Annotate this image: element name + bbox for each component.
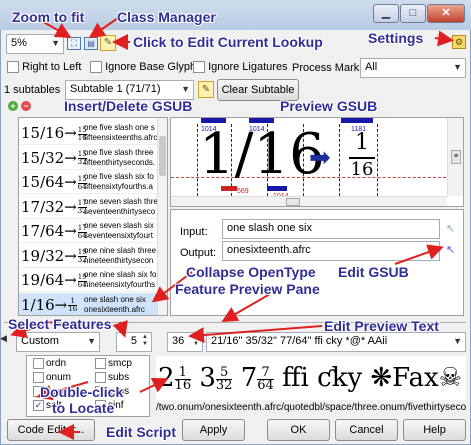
annotation-class-manager: Class Manager	[117, 9, 216, 25]
annotation-edit-script: Edit Script	[106, 424, 177, 440]
annotation-settings: Settings	[368, 30, 424, 46]
annotation-select-features: Select Features	[8, 316, 112, 332]
annotation-arrows	[10, 17, 454, 440]
arrow-settings	[434, 30, 454, 47]
annotation-zoom-to-fit: Zoom to fit	[12, 9, 85, 25]
annotation-insert-delete: Insert/Delete GSUB	[64, 98, 193, 114]
arrow-glyph-preview	[139, 377, 169, 393]
arrow-edit-gsub	[394, 244, 444, 265]
arrow-class-manager	[88, 17, 119, 39]
annotation-edit-gsub: Edit GSUB	[338, 264, 409, 280]
annotation-edit-lookup: Click to Edit Current Lookup	[133, 34, 323, 50]
annotation-double-click: Double-click	[40, 384, 124, 400]
arrow-collapse-2	[221, 293, 271, 323]
annotation-collapse-1: Collapse OpenType	[186, 264, 316, 280]
arrow-feature-count	[112, 320, 128, 338]
annotation-edit-preview-text: Edit Preview Text	[324, 318, 439, 334]
annotation-to-locate: to Locate	[52, 400, 115, 416]
annotation-preview-gsub: Preview GSUB	[280, 98, 378, 114]
annotation-collapse-2: Feature Preview Pane	[175, 281, 320, 297]
arrow-edit-preview	[188, 325, 323, 344]
